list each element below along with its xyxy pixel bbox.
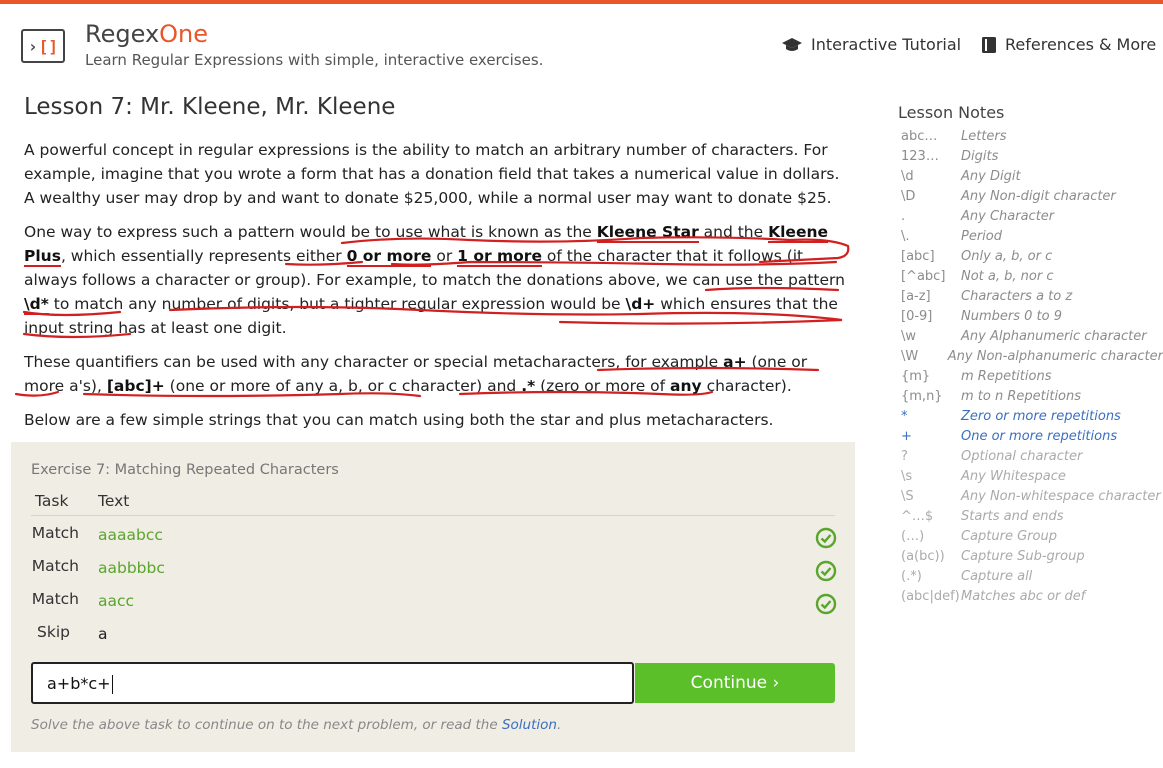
- exercise-row: Match aaaabcc: [31, 522, 837, 555]
- zero-or-more-term: 0 or more: [346, 247, 432, 267]
- digit-plus-pattern: \d+: [625, 295, 656, 313]
- row-text: a: [98, 625, 108, 643]
- brand-accent: One: [159, 20, 209, 48]
- dot-star-pattern: .*: [521, 377, 536, 395]
- exercise-hint: Solve the above task to continue on to t…: [31, 717, 562, 733]
- lesson-paragraph-4: Below are a few simple strings that you …: [24, 411, 774, 429]
- note-item: [abc] Only a, b, or c: [901, 249, 1053, 264]
- row-task: Skip: [37, 623, 70, 641]
- note-item-future: \S Any Non-whitespace character: [901, 489, 1161, 504]
- note-item-future: ^…$ Starts and ends: [901, 509, 1064, 524]
- lesson-notes-list: abc… Letters 123… Digits \d Any Digit \D Any…: [901, 127, 1163, 607]
- note-item-future: (.*) Capture all: [901, 569, 1033, 584]
- check-circle-icon: [815, 527, 837, 549]
- note-item: [0-9] Numbers 0 to 9: [901, 309, 1062, 324]
- note-item-future: (abc|def) Matches abc or def: [901, 589, 1086, 604]
- note-item: \d Any Digit: [901, 169, 1021, 184]
- note-item: \D Any Non-digit character: [901, 189, 1116, 204]
- digit-star-pattern: \d*: [24, 295, 49, 315]
- note-item: \. Period: [901, 229, 1002, 244]
- lesson-paragraph-2: One way to express such a pattern would …: [24, 223, 845, 337]
- book-icon: [982, 36, 996, 53]
- column-header-task: Task: [35, 492, 69, 510]
- note-item-future: (a(bc)) Capture Sub-group: [901, 549, 1085, 564]
- note-item: abc… Letters: [901, 129, 1007, 144]
- exercise-title: Exercise 7: Matching Repeated Characters: [31, 462, 339, 478]
- note-item: 123… Digits: [901, 149, 999, 164]
- note-item-future: ? Optional character: [901, 449, 1083, 464]
- check-circle-icon: [815, 560, 837, 582]
- regex-answer-input[interactable]: a+b*c+: [31, 662, 634, 704]
- row-task: Match: [31, 524, 79, 542]
- continue-button[interactable]: Continue ›: [635, 663, 835, 703]
- graduation-cap-icon: [782, 37, 802, 51]
- note-item-highlighted: + One or more repetitions: [901, 429, 1118, 444]
- lesson-title: Lesson 7: Mr. Kleene, Mr. Kleene: [24, 94, 396, 120]
- answer-value: a+b*c+: [47, 674, 111, 693]
- row-text: aaaabcc: [98, 526, 163, 544]
- nav-references-label: References & More: [1005, 35, 1157, 54]
- nav-references[interactable]: References & More: [981, 35, 1156, 54]
- row-text: aabbbbc: [98, 559, 165, 577]
- logo-icon[interactable]: ›[]: [21, 29, 65, 63]
- kleene-star-term: Kleene Star: [596, 223, 699, 243]
- note-item: [^abc] Not a, b, nor c: [901, 269, 1054, 284]
- note-item: {m,n} m to n Repetitions: [901, 389, 1082, 404]
- abc-plus-pattern: [abc]+: [106, 377, 165, 395]
- note-item-highlighted: * Zero or more repetitions: [901, 409, 1121, 424]
- solution-link[interactable]: Solution: [502, 717, 557, 733]
- tagline: Learn Regular Expressions with simple, i…: [85, 51, 544, 69]
- nav-interactive-tutorial[interactable]: Interactive Tutorial: [781, 35, 961, 54]
- column-header-text: Text: [98, 492, 130, 510]
- note-item: \W Any Non-alphanumeric character: [901, 349, 1163, 364]
- exercise-row: Match aabbbbc: [31, 555, 837, 588]
- note-item: . Any Character: [901, 209, 1055, 224]
- row-task: Match: [31, 557, 79, 575]
- note-item-future: \s Any Whitespace: [901, 469, 1066, 484]
- top-accent-bar: [0, 0, 1163, 4]
- exercise-panel: Exercise 7: Matching Repeated Characters…: [11, 442, 855, 752]
- note-item: \w Any Alphanumeric character: [901, 329, 1147, 344]
- exercise-row: Skip a: [31, 621, 837, 654]
- brand-title[interactable]: RegexOne: [85, 20, 208, 48]
- one-or-more-term: 1 or more: [457, 247, 542, 267]
- nav-tutorial-label: Interactive Tutorial: [811, 35, 962, 54]
- row-text: aacc: [98, 592, 135, 610]
- text-caret: [111, 675, 113, 694]
- header-divider: [31, 515, 835, 516]
- note-item-future: (…) Capture Group: [901, 529, 1057, 544]
- exercise-row: Match aacc: [31, 588, 837, 621]
- lesson-notes-title: Lesson Notes: [898, 103, 1005, 122]
- brand-main: Regex: [85, 20, 160, 48]
- a-plus-pattern: a+: [723, 353, 747, 371]
- lesson-paragraph-3: These quantifiers can be used with any c…: [24, 353, 808, 395]
- note-item: [a-z] Characters a to z: [901, 289, 1073, 304]
- note-item: {m} m Repetitions: [901, 369, 1052, 384]
- any-term: any: [670, 377, 702, 395]
- lesson-paragraph-1: A powerful concept in regular expression…: [24, 141, 840, 207]
- row-task: Match: [31, 590, 79, 608]
- check-circle-icon: [815, 593, 837, 615]
